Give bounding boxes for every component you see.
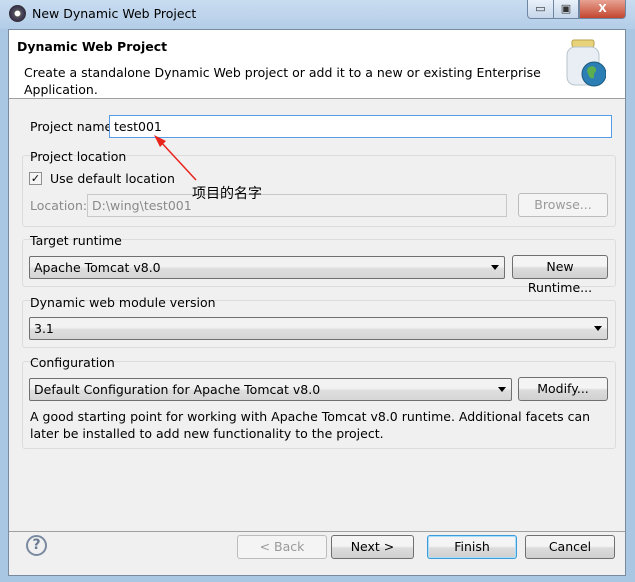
annotation-arrow xyxy=(154,135,197,181)
annotation-text: 项目的名字 xyxy=(192,186,262,202)
